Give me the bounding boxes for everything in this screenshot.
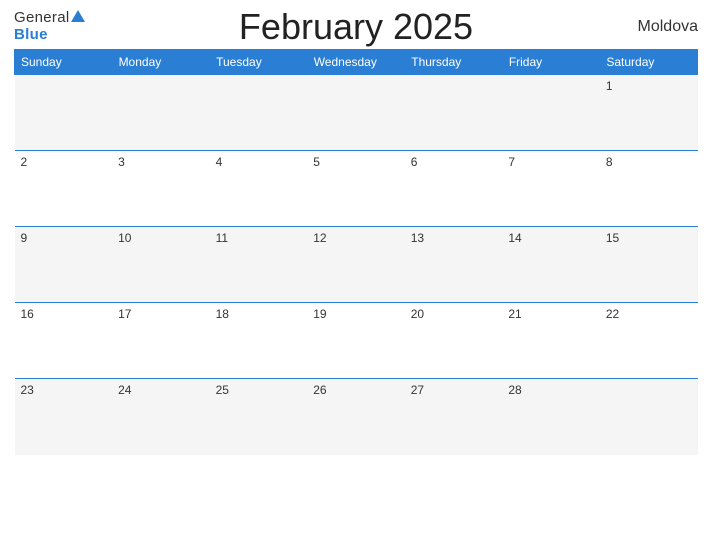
logo: General Blue bbox=[14, 10, 85, 43]
calendar-cell: 18 bbox=[210, 303, 308, 379]
day-number: 7 bbox=[508, 155, 515, 169]
day-number: 19 bbox=[313, 307, 326, 321]
calendar-cell: 15 bbox=[600, 227, 698, 303]
calendar-cell: 19 bbox=[307, 303, 405, 379]
calendar-cell: 14 bbox=[502, 227, 600, 303]
day-number: 21 bbox=[508, 307, 521, 321]
calendar-cell: 5 bbox=[307, 151, 405, 227]
calendar-cell: 7 bbox=[502, 151, 600, 227]
day-number: 17 bbox=[118, 307, 131, 321]
calendar-cell: 26 bbox=[307, 379, 405, 455]
calendar-cell: 9 bbox=[15, 227, 113, 303]
weekday-header-row: Sunday Monday Tuesday Wednesday Thursday… bbox=[15, 50, 698, 75]
day-number: 16 bbox=[21, 307, 34, 321]
calendar-cell: 23 bbox=[15, 379, 113, 455]
calendar-cell: 10 bbox=[112, 227, 210, 303]
logo-general-text: General bbox=[14, 10, 85, 27]
day-number: 24 bbox=[118, 383, 131, 397]
header-tuesday: Tuesday bbox=[210, 50, 308, 75]
day-number: 15 bbox=[606, 231, 619, 245]
day-number: 1 bbox=[606, 79, 613, 93]
calendar-cell: 6 bbox=[405, 151, 503, 227]
country-label: Moldova bbox=[638, 18, 698, 36]
calendar-week-row: 2 3 4 5 6 7 8 bbox=[15, 151, 698, 227]
calendar-cell bbox=[112, 75, 210, 151]
calendar-week-row: 1 bbox=[15, 75, 698, 151]
header-saturday: Saturday bbox=[600, 50, 698, 75]
day-number: 11 bbox=[216, 231, 228, 245]
calendar-cell bbox=[15, 75, 113, 151]
calendar-header: General Blue February 2025 Moldova bbox=[14, 10, 698, 43]
calendar-cell: 21 bbox=[502, 303, 600, 379]
calendar-cell bbox=[210, 75, 308, 151]
calendar-cell: 4 bbox=[210, 151, 308, 227]
header-sunday: Sunday bbox=[15, 50, 113, 75]
logo-triangle-icon bbox=[71, 10, 85, 22]
calendar-cell: 22 bbox=[600, 303, 698, 379]
calendar-cell: 17 bbox=[112, 303, 210, 379]
calendar-cell: 25 bbox=[210, 379, 308, 455]
calendar-cell: 1 bbox=[600, 75, 698, 151]
calendar-week-row: 23 24 25 26 27 28 bbox=[15, 379, 698, 455]
calendar-cell: 12 bbox=[307, 227, 405, 303]
logo-blue-text: Blue bbox=[14, 27, 48, 44]
calendar-week-row: 16 17 18 19 20 21 22 bbox=[15, 303, 698, 379]
day-number: 23 bbox=[21, 383, 34, 397]
calendar-cell: 27 bbox=[405, 379, 503, 455]
day-number: 22 bbox=[606, 307, 619, 321]
calendar-cell: 16 bbox=[15, 303, 113, 379]
calendar-cell: 28 bbox=[502, 379, 600, 455]
calendar-cell: 11 bbox=[210, 227, 308, 303]
day-number: 13 bbox=[411, 231, 424, 245]
day-number: 8 bbox=[606, 155, 613, 169]
day-number: 18 bbox=[216, 307, 229, 321]
header-thursday: Thursday bbox=[405, 50, 503, 75]
calendar-cell: 8 bbox=[600, 151, 698, 227]
calendar-wrapper: General Blue February 2025 Moldova Sunda… bbox=[0, 0, 712, 550]
header-friday: Friday bbox=[502, 50, 600, 75]
day-number: 25 bbox=[216, 383, 229, 397]
day-number: 14 bbox=[508, 231, 521, 245]
day-number: 20 bbox=[411, 307, 424, 321]
calendar-cell bbox=[307, 75, 405, 151]
day-number: 4 bbox=[216, 155, 223, 169]
day-number: 9 bbox=[21, 231, 28, 245]
calendar-cell: 3 bbox=[112, 151, 210, 227]
calendar-cell: 2 bbox=[15, 151, 113, 227]
calendar-cell bbox=[600, 379, 698, 455]
header-wednesday: Wednesday bbox=[307, 50, 405, 75]
header-monday: Monday bbox=[112, 50, 210, 75]
day-number: 5 bbox=[313, 155, 320, 169]
calendar-cell bbox=[405, 75, 503, 151]
calendar-table: Sunday Monday Tuesday Wednesday Thursday… bbox=[14, 49, 698, 455]
calendar-title: February 2025 bbox=[239, 6, 473, 48]
day-number: 27 bbox=[411, 383, 424, 397]
day-number: 6 bbox=[411, 155, 418, 169]
calendar-cell: 24 bbox=[112, 379, 210, 455]
day-number: 12 bbox=[313, 231, 326, 245]
day-number: 3 bbox=[118, 155, 125, 169]
day-number: 28 bbox=[508, 383, 521, 397]
day-number: 26 bbox=[313, 383, 326, 397]
calendar-week-row: 9 10 11 12 13 14 15 bbox=[15, 227, 698, 303]
calendar-cell: 20 bbox=[405, 303, 503, 379]
day-number: 10 bbox=[118, 231, 131, 245]
calendar-cell bbox=[502, 75, 600, 151]
day-number: 2 bbox=[21, 155, 28, 169]
calendar-cell: 13 bbox=[405, 227, 503, 303]
